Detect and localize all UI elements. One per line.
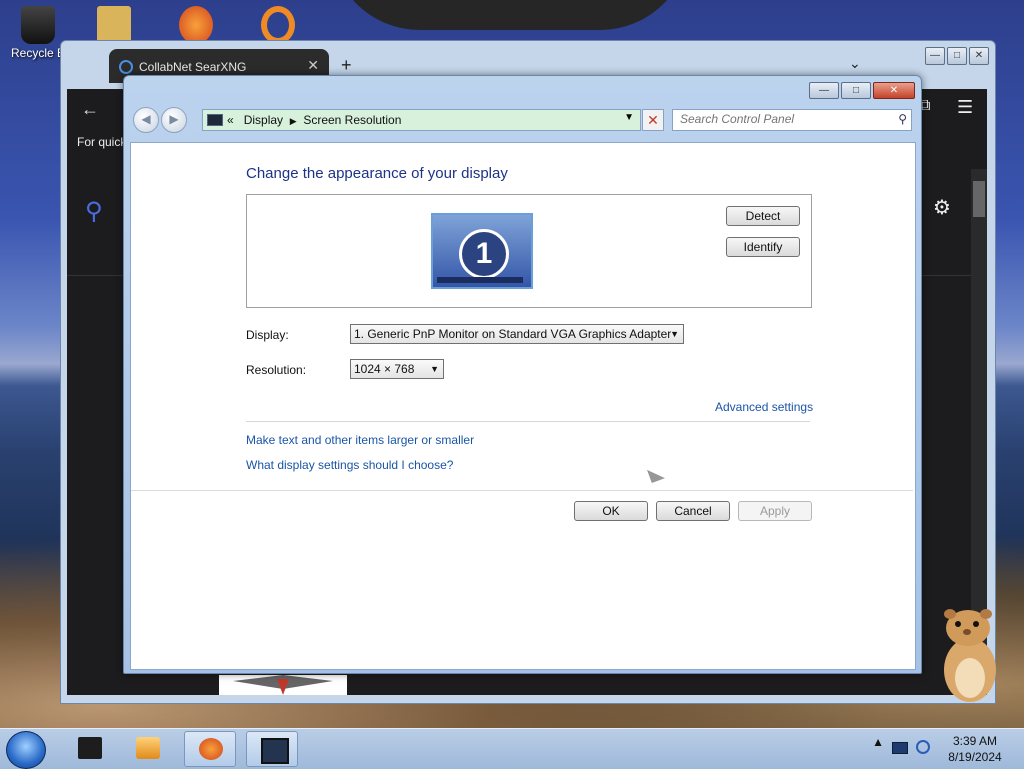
folder-icon — [97, 6, 131, 44]
maximize-button[interactable]: □ — [841, 82, 871, 99]
menu-icon[interactable]: ☰ — [957, 97, 973, 118]
firefox-icon — [179, 6, 213, 44]
search-input[interactable] — [673, 110, 880, 128]
taskbar-app-control-panel[interactable] — [246, 731, 298, 767]
display-settings-help-link[interactable]: What display settings should I choose? — [246, 458, 453, 472]
detect-button[interactable]: Detect — [726, 206, 800, 226]
clock-time: 3:39 AM — [952, 734, 998, 748]
chevron-down-icon: ▼ — [670, 329, 679, 339]
top-dock — [330, 0, 690, 30]
clock-date: 8/19/2024 — [948, 750, 1002, 764]
terminal-icon — [78, 737, 102, 759]
gear-icon[interactable]: ⚙ — [933, 195, 951, 220]
minimize-button[interactable]: — — [925, 47, 945, 65]
back-button[interactable]: ◀ — [133, 107, 159, 133]
display-select-value: 1. Generic PnP Monitor on Standard VGA G… — [354, 327, 672, 341]
new-tab-button[interactable]: + — [341, 55, 352, 76]
cancel-button[interactable]: Cancel — [656, 501, 730, 521]
breadcrumb: « Display ▶ Screen Resolution — [227, 113, 401, 127]
identify-button[interactable]: Identify — [726, 237, 800, 257]
close-icon: ✕ — [647, 112, 659, 128]
display-preview: 1 Detect Identify — [246, 194, 812, 308]
tab-title: CollabNet SearXNG — [139, 60, 247, 74]
back-button[interactable]: ← — [81, 99, 99, 120]
volume-icon[interactable] — [916, 740, 930, 754]
monitor-taskbar — [437, 277, 523, 283]
browser-window-controls: — □ ✕ — [923, 47, 989, 65]
network-icon[interactable] — [892, 742, 908, 754]
tab-list-button[interactable]: ⌄ — [849, 55, 861, 72]
divider — [246, 421, 810, 422]
search-box[interactable]: ⚲ — [672, 109, 912, 131]
desktop-icon-recycle-bin[interactable]: Recycle B — [8, 6, 68, 60]
chevron-down-icon: ▼ — [430, 364, 439, 374]
app-ring-icon — [261, 6, 295, 44]
screen-resolution-window: — □ ✕ ◀ ▶ « Display ▶ Screen Resolution ▼ … — [123, 75, 922, 674]
forward-arrow-icon: ▶ — [169, 112, 179, 126]
desktop-icon-label: Recycle B — [10, 46, 66, 60]
tab-close-button[interactable]: ✕ — [307, 57, 319, 74]
display-select[interactable]: 1. Generic PnP Monitor on Standard VGA G… — [350, 324, 684, 344]
control-panel-icon — [207, 114, 223, 126]
taskbar-app-media-player[interactable] — [122, 731, 174, 767]
breadcrumb-screen-resolution[interactable]: Screen Resolution — [303, 113, 401, 127]
page-title: Change the appearance of your display — [246, 165, 508, 182]
forward-button[interactable]: ▶ — [161, 107, 187, 133]
larger-text-link[interactable]: Make text and other items larger or smal… — [246, 433, 474, 447]
display-icon — [261, 738, 289, 764]
quick-hint-text: For quick — [77, 135, 127, 149]
advanced-settings-link[interactable]: Advanced settings — [715, 400, 813, 414]
start-button[interactable] — [6, 731, 46, 769]
resolution-label: Resolution: — [246, 363, 307, 377]
breadcrumb-separator-icon: ▶ — [289, 116, 297, 126]
compass-rose-icon — [233, 675, 333, 695]
back-arrow-icon: ◀ — [141, 112, 151, 126]
breadcrumb-prefix[interactable]: « — [227, 113, 234, 127]
search-icon[interactable]: ⚲ — [898, 112, 907, 126]
compass-image — [219, 675, 347, 695]
clear-address-button[interactable]: ✕ — [642, 109, 664, 131]
recycle-bin-icon — [21, 6, 55, 44]
media-player-icon — [136, 737, 160, 759]
monitor-number: 1 — [459, 229, 509, 279]
maximize-button[interactable]: □ — [947, 47, 967, 65]
close-button[interactable]: ✕ — [873, 82, 915, 99]
resolution-select-value: 1024 × 768 — [354, 362, 415, 376]
window-controls: — □ ✕ — [807, 82, 915, 99]
firefox-icon — [199, 738, 223, 760]
address-dropdown-icon[interactable]: ▼ — [624, 112, 634, 123]
resolution-select[interactable]: 1024 × 768 ▼ — [350, 359, 444, 379]
breadcrumb-display[interactable]: Display — [244, 113, 283, 127]
display-label: Display: — [246, 328, 289, 342]
search-icon — [119, 60, 133, 74]
taskbar: ▲ 3:39 AM 8/19/2024 — [0, 728, 1024, 769]
close-button[interactable]: ✕ — [969, 47, 989, 65]
taskbar-app-terminal[interactable] — [64, 731, 116, 767]
dialog-body: Change the appearance of your display 1 … — [130, 142, 916, 670]
hamster-mascot-icon — [944, 609, 996, 702]
minimize-button[interactable]: — — [809, 82, 839, 99]
divider — [131, 490, 913, 491]
tray-expand-button[interactable]: ▲ — [872, 735, 884, 749]
search-icon[interactable]: ⚲ — [85, 197, 103, 226]
ok-button[interactable]: OK — [574, 501, 648, 521]
taskbar-app-firefox[interactable] — [184, 731, 236, 767]
monitor-1[interactable]: 1 — [431, 213, 533, 289]
address-bar[interactable]: « Display ▶ Screen Resolution ▼ — [202, 109, 641, 131]
clock[interactable]: 3:39 AM 8/19/2024 — [940, 733, 1010, 765]
apply-button[interactable]: Apply — [738, 501, 812, 521]
scrollbar-thumb[interactable] — [973, 181, 985, 217]
